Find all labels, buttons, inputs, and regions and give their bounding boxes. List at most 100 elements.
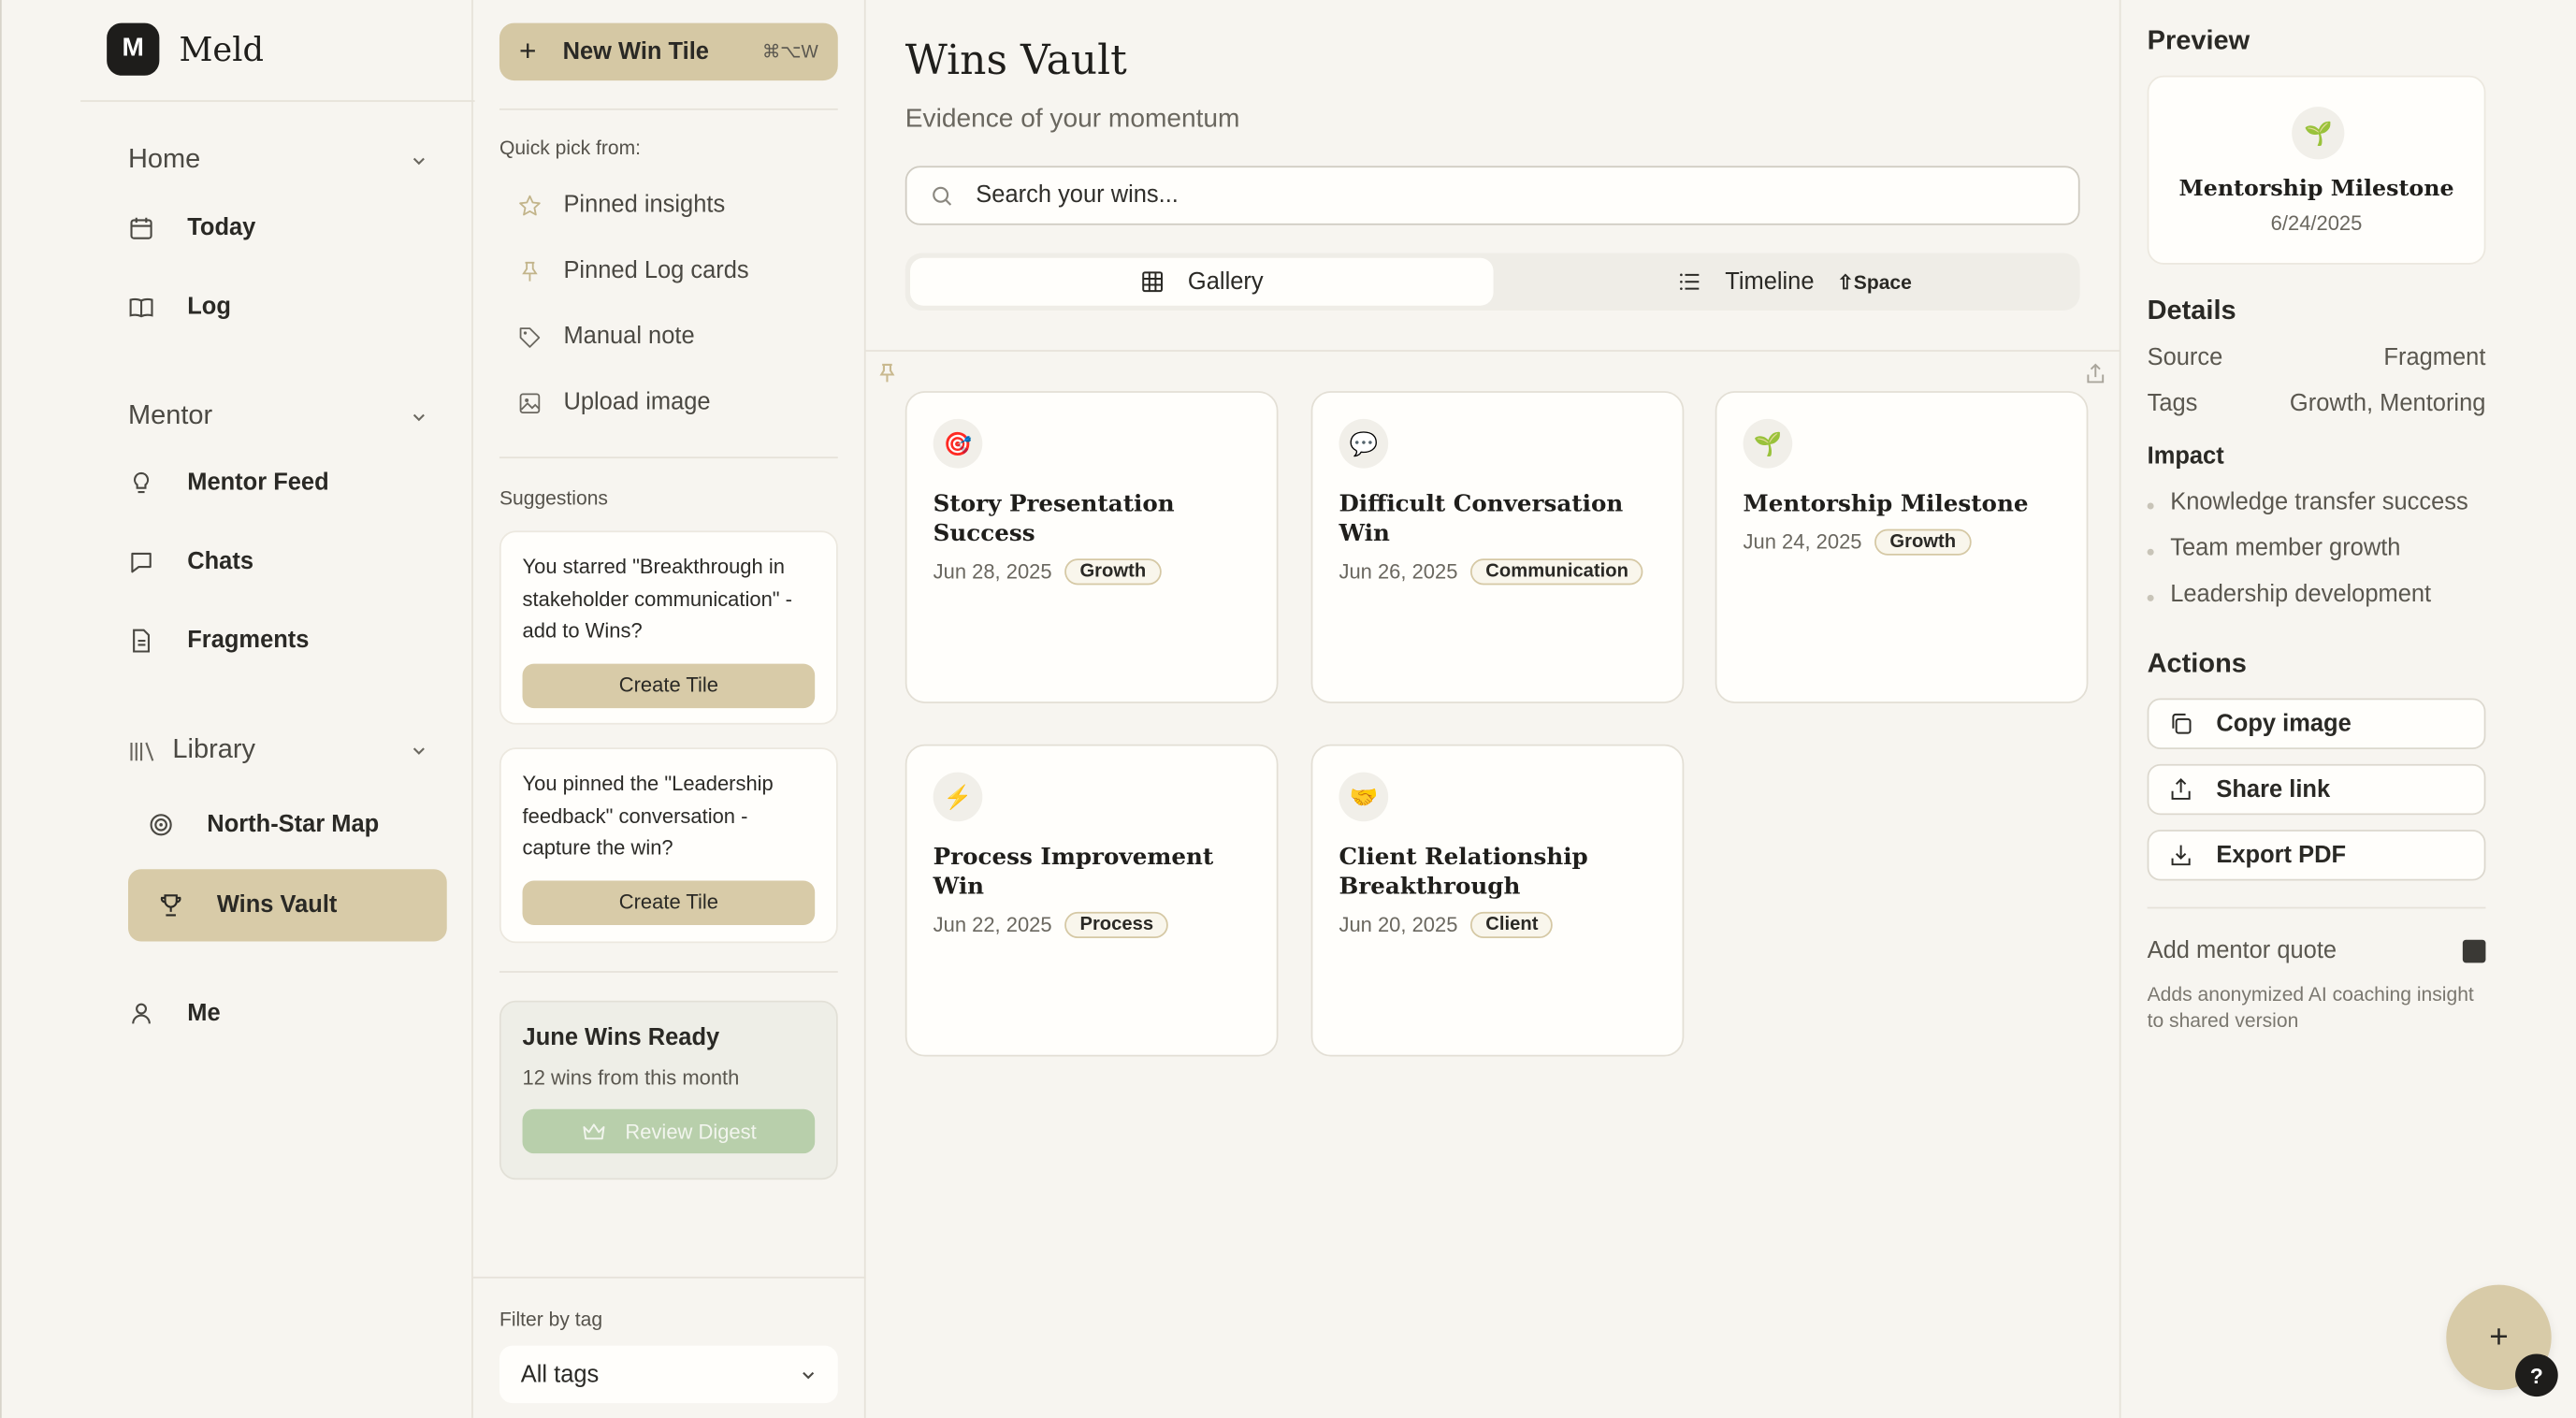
quick-pick-label: Pinned Log cards: [563, 257, 749, 284]
mentor-quote-toggle[interactable]: Add mentor quote: [2148, 938, 2486, 964]
sidebar-item-mentor-feed[interactable]: Mentor Feed: [128, 470, 329, 496]
card-date: Jun 28, 2025: [933, 560, 1052, 584]
divider: [2147, 906, 2486, 909]
tag-badge: Communication: [1470, 558, 1643, 586]
crown-icon: [582, 1122, 604, 1139]
bullet-dot: [2147, 594, 2154, 601]
book-icon: [129, 297, 153, 318]
nav-section-label: Mentor: [127, 400, 213, 431]
quick-pick-upload-image[interactable]: Upload image: [517, 389, 711, 415]
nav-section-library[interactable]: Library: [128, 734, 427, 765]
suggestions-heading: Suggestions: [499, 485, 608, 510]
details-heading: Details: [2147, 296, 2236, 326]
list-icon: [1680, 273, 1700, 290]
tab-gallery[interactable]: Gallery: [910, 257, 1494, 306]
detail-value: Fragment: [2383, 344, 2486, 371]
help-button[interactable]: ?: [2515, 1353, 2558, 1397]
mentor-quote-label: Add mentor quote: [2147, 938, 2337, 965]
search-input[interactable]: Search your wins...: [904, 166, 2080, 225]
tag-badge: Client: [1470, 911, 1554, 939]
card-title: Story Presentation Success: [933, 491, 1175, 547]
actions-heading: Actions: [2147, 648, 2247, 679]
mentor-quote-checkbox[interactable]: [2462, 939, 2486, 963]
digest-card: June Wins Ready 12 wins from this month …: [499, 1000, 838, 1180]
sidebar-item-label: Fragments: [187, 628, 310, 655]
chevron-down-icon: [412, 156, 425, 165]
sidebar-item-label: Me: [187, 1000, 221, 1027]
review-digest-button[interactable]: Review Digest: [522, 1108, 816, 1154]
divider: [499, 108, 838, 110]
lightbulb-icon: [134, 471, 150, 494]
quick-pick-pinned-insights[interactable]: Pinned insights: [517, 193, 725, 219]
calendar-icon: [130, 217, 152, 239]
detail-row-tags: Tags Growth, Mentoring: [2148, 391, 2486, 417]
image-icon: [519, 392, 541, 413]
card-date: Jun 22, 2025: [933, 913, 1052, 937]
card-date: Jun 26, 2025: [1339, 560, 1458, 584]
impact-text: Knowledge transfer success: [2170, 489, 2468, 516]
sidebar-item-fragments[interactable]: Fragments: [128, 628, 309, 654]
review-digest-label: Review Digest: [625, 1120, 757, 1143]
tag-filter-select[interactable]: All tags: [499, 1345, 838, 1404]
tab-timeline[interactable]: Timeline ⇧Space: [1677, 258, 2005, 306]
impact-heading: Impact: [2147, 443, 2224, 470]
chat-bubble-icon: [131, 552, 152, 573]
share-icon: [2171, 777, 2191, 800]
lightning-icon: ⚡: [933, 772, 983, 822]
tag-badge: Process: [1064, 911, 1168, 939]
win-card[interactable]: ⚡ Process Improvement Win Jun 22, 2025 P…: [904, 744, 1279, 1057]
sidebar-item-today[interactable]: Today: [128, 215, 255, 241]
document-icon: [133, 629, 151, 653]
search-icon: [933, 185, 952, 205]
action-label: Export PDF: [2216, 842, 2347, 869]
sidebar-item-wins-vault[interactable]: Wins Vault: [127, 869, 447, 942]
search-placeholder: Search your wins...: [976, 181, 1179, 210]
export-pdf-button[interactable]: Export PDF: [2147, 830, 2486, 881]
pin-icon[interactable]: [879, 363, 896, 387]
seedling-icon: 🌱: [1743, 418, 1793, 469]
create-tile-button[interactable]: Create Tile: [522, 662, 816, 708]
suggestion-text: You starred "Breakthrough in stakeholder…: [522, 555, 792, 643]
pin-icon: [522, 261, 538, 281]
shortcut-hint: ⇧Space: [1837, 269, 1912, 294]
impact-item: Team member growth: [2147, 536, 2400, 562]
sidebar-item-me[interactable]: Me: [128, 1001, 221, 1027]
win-card[interactable]: 🌱 Mentorship Milestone Jun 24, 2025 Grow…: [1715, 391, 2089, 703]
impact-item: Leadership development: [2147, 582, 2431, 608]
share-link-button[interactable]: Share link: [2147, 763, 2486, 816]
create-tile-button[interactable]: Create Tile: [522, 879, 816, 925]
handshake-icon: 🤝: [1339, 772, 1389, 822]
sidebar-item-north-star-map[interactable]: North-Star Map: [148, 812, 379, 838]
card-title: Difficult Conversation Win: [1339, 491, 1624, 547]
brand-name: Meld: [179, 29, 264, 69]
tag-badge: Growth: [1874, 528, 1971, 556]
chevron-down-icon: [803, 1371, 815, 1379]
trophy-icon: [160, 894, 181, 917]
suggestion-card: You pinned the "Leadership feedback" con…: [499, 747, 838, 944]
sidebar-item-label: North-Star Map: [207, 811, 380, 838]
suggestion-card: You starred "Breakthrough in stakeholder…: [499, 530, 838, 725]
share-icon[interactable]: [2085, 363, 2106, 384]
copy-icon: [2172, 713, 2192, 734]
brand[interactable]: M Meld: [107, 22, 264, 76]
nav-section-home[interactable]: Home: [128, 145, 427, 176]
bullet-dot: [2147, 502, 2154, 510]
sidebar-item-chats[interactable]: Chats: [128, 549, 253, 575]
quick-pick-pinned-log-cards[interactable]: Pinned Log cards: [517, 257, 749, 284]
win-card[interactable]: 🎯 Story Presentation Success Jun 28, 202…: [904, 391, 1279, 703]
detail-key: Tags: [2147, 391, 2198, 418]
tag-filter-value: All tags: [520, 1361, 600, 1388]
target-icon: 🎯: [933, 418, 983, 469]
win-card[interactable]: 💬 Difficult Conversation Win Jun 26, 202…: [1310, 391, 1685, 703]
quick-pick-manual-note[interactable]: Manual note: [517, 324, 695, 350]
divider: [80, 100, 475, 102]
win-card[interactable]: 🤝 Client Relationship Breakthrough Jun 2…: [1310, 744, 1685, 1057]
sidebar-item-log[interactable]: Log: [128, 294, 231, 321]
target-icon: [150, 814, 172, 836]
new-win-tile-button[interactable]: + New Win Tile ⌘⌥W: [499, 22, 838, 81]
nav-section-mentor[interactable]: Mentor: [128, 401, 427, 432]
preview-date: 6/24/2025: [2270, 211, 2363, 236]
card-meta: Jun 26, 2025 Communication: [1339, 558, 1656, 586]
copy-image-button[interactable]: Copy image: [2147, 698, 2486, 750]
seedling-icon: 🌱: [2292, 107, 2345, 160]
